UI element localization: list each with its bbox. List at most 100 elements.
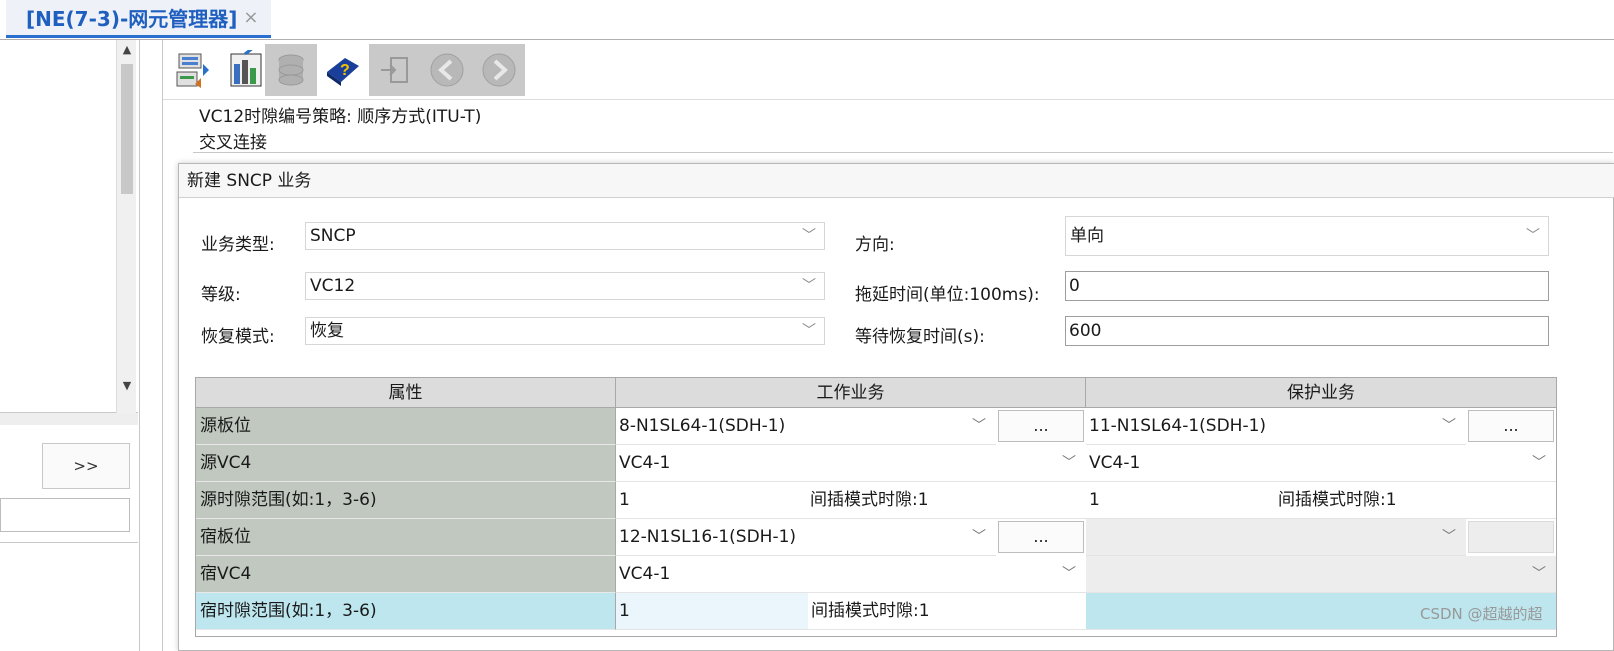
chevron-down-icon: ﹀ xyxy=(802,278,816,294)
database-button[interactable] xyxy=(265,44,317,96)
forward-button[interactable] xyxy=(473,44,525,96)
network-config-icon xyxy=(176,53,209,88)
sink-work-interleave-label: 间插模式时隙:1 xyxy=(811,601,930,621)
direction-select[interactable]: 单向 ﹀ xyxy=(1065,216,1549,256)
header-protection: 保护业务 xyxy=(1086,378,1556,408)
sink-timeslot-work-value: 1 xyxy=(619,601,630,621)
search-input[interactable] xyxy=(0,498,130,532)
service-type-label: 业务类型: xyxy=(201,235,275,255)
function-list[interactable] xyxy=(0,542,138,651)
src-board-protect-browse-button[interactable]: ... xyxy=(1468,410,1554,442)
revert-mode-label: 恢复模式: xyxy=(201,327,275,347)
chevron-down-icon: ﹀ xyxy=(1442,418,1456,434)
src-protect-interleave-label: 间插模式时隙:1 xyxy=(1278,490,1397,510)
row-label-src-board: 源板位 xyxy=(196,408,616,445)
tree-scrollbar[interactable]: ▲ ▼ xyxy=(116,40,136,413)
chevron-down-icon: ﹀ xyxy=(1442,529,1456,545)
left-panel: ▲ ▼ >> xyxy=(0,40,140,651)
header-working: 工作业务 xyxy=(616,378,1086,408)
row-label-src-vc4: 源VC4 xyxy=(196,445,616,482)
chevron-down-icon: ﹀ xyxy=(1532,566,1546,582)
src-board-work-browse-button[interactable]: ... xyxy=(998,410,1084,442)
src-timeslot-work-value: 1 xyxy=(619,490,630,510)
chevron-down-icon: ﹀ xyxy=(972,529,986,545)
toolbar: ? xyxy=(163,40,1614,100)
direction-value: 单向 xyxy=(1070,226,1104,246)
src-work-interleave-label: 间插模式时隙:1 xyxy=(810,490,929,510)
back-icon xyxy=(430,53,464,87)
src-board-protect-select[interactable]: 11-N1SL64-1(SDH-1) ﹀ xyxy=(1086,408,1466,445)
src-vc4-protect-value: VC4-1 xyxy=(1089,453,1141,473)
sink-vc4-protect-select: ﹀ xyxy=(1086,556,1556,593)
row-label-sink-board: 宿板位 xyxy=(196,519,616,556)
network-config-button[interactable] xyxy=(167,44,219,96)
chevron-down-icon: ﹀ xyxy=(1062,566,1076,582)
level-select[interactable]: VC12 ﹀ xyxy=(305,272,825,300)
sink-work-interleave-cell: 间插模式时隙:1 xyxy=(808,593,1086,630)
chevron-down-icon: ﹀ xyxy=(1532,455,1546,471)
src-vc4-work-select[interactable]: VC4-1 ﹀ xyxy=(616,445,1086,482)
service-type-value: SNCP xyxy=(310,226,356,246)
chevron-down-icon: ﹀ xyxy=(972,418,986,434)
watermark: CSDN @超越的超 xyxy=(1420,605,1543,623)
tab-bar: [NE(7-3)-网元管理器] × xyxy=(0,0,1614,40)
board-view-icon xyxy=(230,50,262,87)
login-icon xyxy=(381,57,408,83)
tab-ne-manager[interactable]: [NE(7-3)-网元管理器] × xyxy=(6,0,271,38)
src-board-work-select[interactable]: 8-N1SL64-1(SDH-1) ﹀ xyxy=(616,408,996,445)
chevron-down-icon: ﹀ xyxy=(1062,455,1076,471)
hold-off-input[interactable]: 0 xyxy=(1065,271,1549,301)
chevron-down-icon: ﹀ xyxy=(802,323,816,339)
strategy-value: 顺序方式(ITU-T) xyxy=(357,107,482,127)
src-vc4-work-value: VC4-1 xyxy=(619,453,671,473)
hold-off-label: 拖延时间(单位:100ms): xyxy=(855,285,1040,305)
src-vc4-protect-select[interactable]: VC4-1 ﹀ xyxy=(1086,445,1556,482)
direction-label: 方向: xyxy=(855,235,895,255)
scroll-thumb[interactable] xyxy=(121,64,133,194)
svg-text:?: ? xyxy=(340,62,350,79)
service-type-select[interactable]: SNCP ﹀ xyxy=(305,222,825,250)
strategy-label: VC12时隙编号策略: xyxy=(199,107,352,127)
close-icon[interactable]: × xyxy=(243,7,258,28)
forward-icon xyxy=(482,53,516,87)
service-attribute-table: 属性 工作业务 保护业务 源板位 8-N1SL64-1(SDH-1) ﹀ ...… xyxy=(195,377,1557,637)
level-value: VC12 xyxy=(310,276,356,296)
sink-board-work-select[interactable]: 12-N1SL16-1(SDH-1) ﹀ xyxy=(616,519,996,556)
cross-connect-label: 交叉连接 xyxy=(199,133,267,153)
wtr-input[interactable]: 600 xyxy=(1065,316,1549,346)
sink-board-work-value: 12-N1SL16-1(SDH-1) xyxy=(619,527,797,547)
sink-timeslot-work-input[interactable]: 1 xyxy=(616,593,808,630)
ne-tree[interactable]: ▲ ▼ xyxy=(0,40,138,413)
level-label: 等级: xyxy=(201,285,241,305)
scroll-up-icon[interactable]: ▲ xyxy=(117,40,137,60)
sink-board-protect-browse-button xyxy=(1468,521,1554,553)
help-button[interactable]: ? xyxy=(317,44,369,96)
row-label-sink-vc4: 宿VC4 xyxy=(196,556,616,593)
src-board-work-value: 8-N1SL64-1(SDH-1) xyxy=(619,416,786,436)
src-timeslot-protect-value: 1 xyxy=(1089,490,1100,510)
revert-mode-select[interactable]: 恢复 ﹀ xyxy=(305,317,825,345)
new-sncp-dialog: 新建 SNCP 业务 业务类型: SNCP ﹀ 方向: 单向 ﹀ 等级: VC1… xyxy=(178,163,1614,651)
scroll-down-icon[interactable]: ▼ xyxy=(117,376,137,396)
panel-divider[interactable] xyxy=(0,413,138,425)
login-button[interactable] xyxy=(369,44,421,96)
revert-mode-value: 恢复 xyxy=(310,321,344,341)
sink-board-protect-select: ﹀ xyxy=(1086,519,1466,556)
header-attribute: 属性 xyxy=(196,378,616,408)
database-icon xyxy=(278,54,304,86)
sink-vc4-work-value: VC4-1 xyxy=(619,564,671,584)
back-button[interactable] xyxy=(421,44,473,96)
chevron-down-icon: ﹀ xyxy=(1526,228,1540,244)
tab-title: [NE(7-3)-网元管理器] xyxy=(26,7,238,31)
timeslot-strategy: VC12时隙编号策略: 顺序方式(ITU-T) xyxy=(199,102,481,127)
sink-vc4-work-select[interactable]: VC4-1 ﹀ xyxy=(616,556,1086,593)
sink-board-work-browse-button[interactable]: ... xyxy=(998,521,1084,553)
row-label-src-timeslot: 源时隙范围(如:1，3-6) xyxy=(196,482,616,519)
help-book-icon: ? xyxy=(327,58,359,86)
chevron-down-icon: ﹀ xyxy=(802,228,816,244)
wtr-label: 等待恢复时间(s): xyxy=(855,327,985,347)
expand-button[interactable]: >> xyxy=(42,443,130,489)
src-board-protect-value: 11-N1SL64-1(SDH-1) xyxy=(1089,416,1267,436)
dialog-title: 新建 SNCP 业务 xyxy=(179,164,1614,198)
board-view-button[interactable] xyxy=(219,44,271,96)
